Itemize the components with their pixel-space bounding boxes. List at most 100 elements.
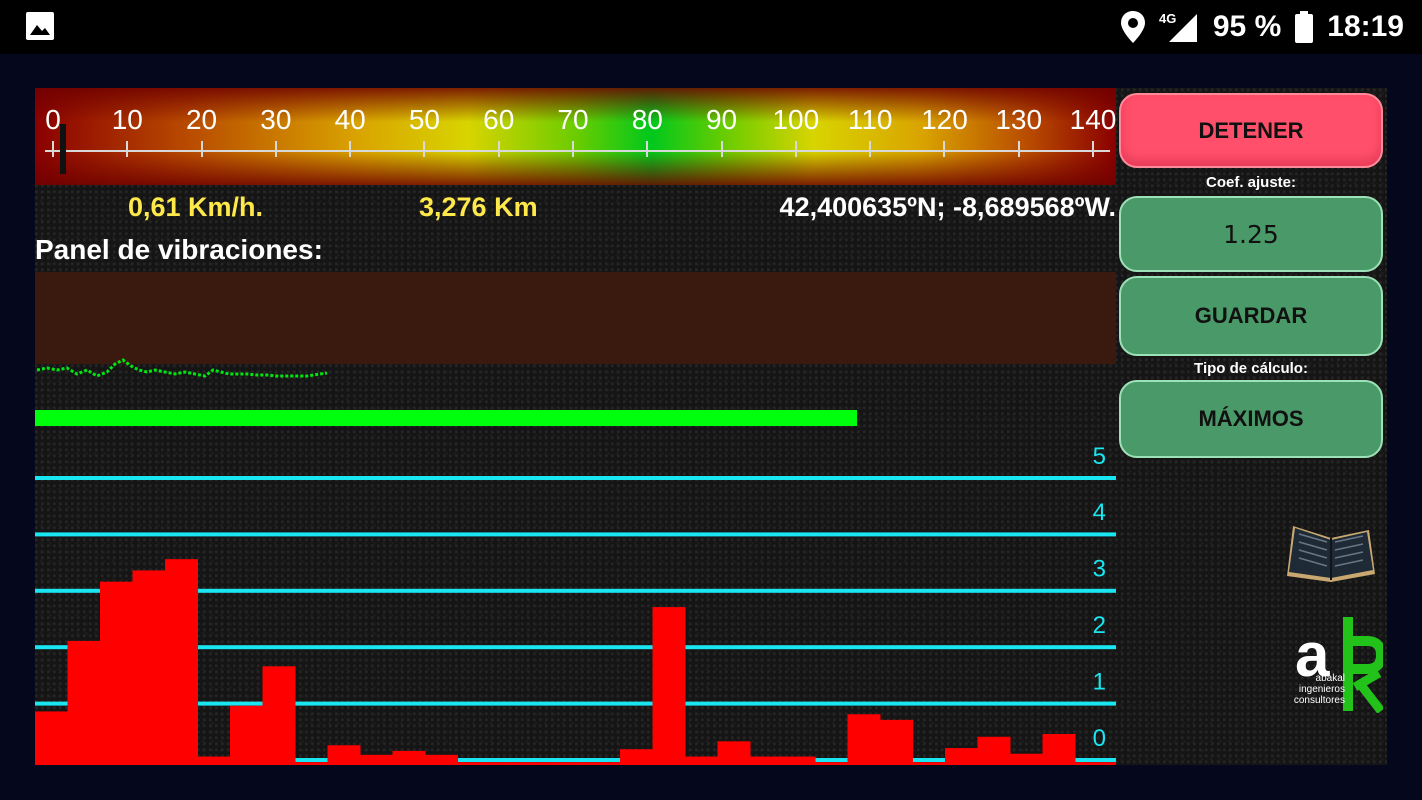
scale-label-120: 120 — [921, 104, 968, 135]
histogram-bar — [132, 570, 166, 765]
y-tick-label: 2 — [1093, 612, 1106, 639]
location-icon — [1120, 11, 1145, 43]
calc-type-button[interactable]: MÁXIMOS — [1119, 380, 1383, 458]
histogram-bar — [67, 640, 101, 765]
histogram-bar — [522, 762, 556, 765]
scale-label-80: 80 — [631, 104, 663, 135]
scale-label-110: 110 — [847, 104, 893, 135]
scale-label-90: 90 — [705, 104, 738, 135]
scale-tick — [646, 141, 649, 157]
app-area: 0 10 20 30 40 50 60 70 80 90 100 110 120 130 140 0,61 … — [35, 88, 1387, 765]
histogram-bar — [815, 762, 848, 765]
scale-label-70: 70 — [557, 104, 589, 135]
histogram-bar — [847, 714, 881, 765]
scale-label-140: 140 — [1069, 104, 1117, 135]
histogram-bar — [652, 607, 686, 765]
y-tick-label: 0 — [1093, 725, 1106, 752]
scale-tick — [572, 141, 574, 157]
histogram-bar — [750, 756, 783, 765]
histogram-bar — [360, 754, 393, 765]
scale-label-30: 30 — [260, 104, 292, 135]
logo-line-2: ingenieros — [1298, 684, 1345, 695]
gallery-icon — [26, 12, 54, 40]
coords-readout: 42,400635ºN; -8,689568ºW. — [779, 192, 1116, 222]
histogram-bar — [457, 762, 491, 765]
histogram-bar — [1010, 753, 1043, 765]
status-bar: 4G 95 % 18:19 — [0, 0, 1422, 54]
scale-label-20: 20 — [185, 104, 218, 135]
grid-line — [35, 532, 1116, 537]
save-button[interactable]: GUARDAR — [1119, 276, 1383, 356]
scale-tick — [126, 141, 129, 157]
scale-tick — [200, 141, 203, 157]
histogram-bar — [717, 741, 751, 765]
scale-tick — [274, 141, 277, 157]
y-tick-label: 1 — [1093, 668, 1106, 695]
signal-icon: 4G — [1159, 10, 1199, 44]
scale-label-130: 130 — [995, 104, 1043, 135]
histogram-bar — [327, 745, 361, 765]
vibration-waveform — [36, 358, 328, 378]
logo-line-1: abakal — [1315, 673, 1345, 684]
scale-tick — [497, 141, 500, 157]
histogram-bar — [490, 762, 523, 765]
coef-input[interactable]: 1.25 — [1119, 196, 1383, 272]
histogram-bar — [587, 762, 621, 765]
stop-button[interactable]: DETENER — [1119, 93, 1383, 168]
scale-label-40: 40 — [334, 104, 366, 135]
histogram-bar — [945, 748, 978, 765]
logo-bk-mark — [1343, 617, 1383, 713]
y-tick-label: 5 — [1093, 443, 1106, 470]
scale-label-0: 0 — [45, 104, 61, 135]
histogram-bar — [620, 749, 653, 765]
scale-tick — [349, 141, 352, 157]
speed-needle — [59, 124, 66, 174]
histogram-bar — [262, 666, 296, 765]
scale-tick — [1017, 141, 1020, 157]
speed-scale: 0 10 20 30 40 50 60 70 80 90 100 110 120 130 140 — [35, 88, 1116, 185]
logo-line-3: consultores — [1293, 695, 1345, 706]
distance-readout: 3,276 Km — [419, 192, 538, 222]
scale-tick — [1092, 141, 1094, 157]
histogram-bar — [782, 756, 816, 765]
scale-tick — [720, 141, 723, 157]
logo-subtitle: abakal ingenieros consultores — [1279, 673, 1345, 706]
histogram-bar — [912, 762, 946, 765]
histogram-bar — [1107, 762, 1116, 765]
battery-icon — [1295, 11, 1314, 43]
histogram-bar — [100, 581, 133, 765]
speed-readout: 0,61 Km/h. — [128, 192, 264, 222]
network-type: 4G — [1159, 11, 1176, 26]
coef-label: Coef. ajuste: — [1205, 174, 1296, 191]
book-icon[interactable] — [1283, 520, 1379, 588]
panel-title: Panel de vibraciones: — [35, 234, 323, 265]
scale-label-60: 60 — [483, 104, 515, 135]
histogram-bar — [880, 719, 913, 765]
histogram-bar — [685, 756, 718, 765]
scale-label-100: 100 — [772, 104, 820, 135]
scale-label-10: 10 — [111, 104, 143, 135]
histogram-bar — [1075, 762, 1108, 765]
y-tick-label: 4 — [1093, 499, 1106, 526]
vibration-histogram: 0 1 2 3 4 5 — [35, 443, 1116, 765]
scale-tick — [423, 141, 426, 157]
calc-type-label: Tipo de cálculo: — [1194, 360, 1308, 377]
scale-tick — [943, 141, 946, 157]
scale-tick — [794, 141, 797, 157]
y-tick-label: 3 — [1093, 556, 1106, 583]
grid-line — [35, 476, 1116, 480]
histogram-bar — [230, 705, 263, 765]
battery-percent: 95 % — [1212, 10, 1282, 43]
histogram-bar — [555, 762, 588, 765]
scale-label-50: 50 — [408, 104, 440, 135]
histogram-bar — [295, 762, 328, 765]
histogram-bar — [35, 711, 68, 765]
histogram-bar — [392, 750, 426, 765]
histogram-bar — [165, 559, 198, 765]
histogram-bar — [977, 736, 1011, 765]
scale-tick — [52, 141, 54, 157]
abakal-logo: a abakal ingenieros consultores — [1279, 615, 1383, 715]
scale-line — [45, 150, 1110, 152]
clock: 18:19 — [1327, 10, 1404, 43]
histogram-bar — [1042, 733, 1076, 765]
